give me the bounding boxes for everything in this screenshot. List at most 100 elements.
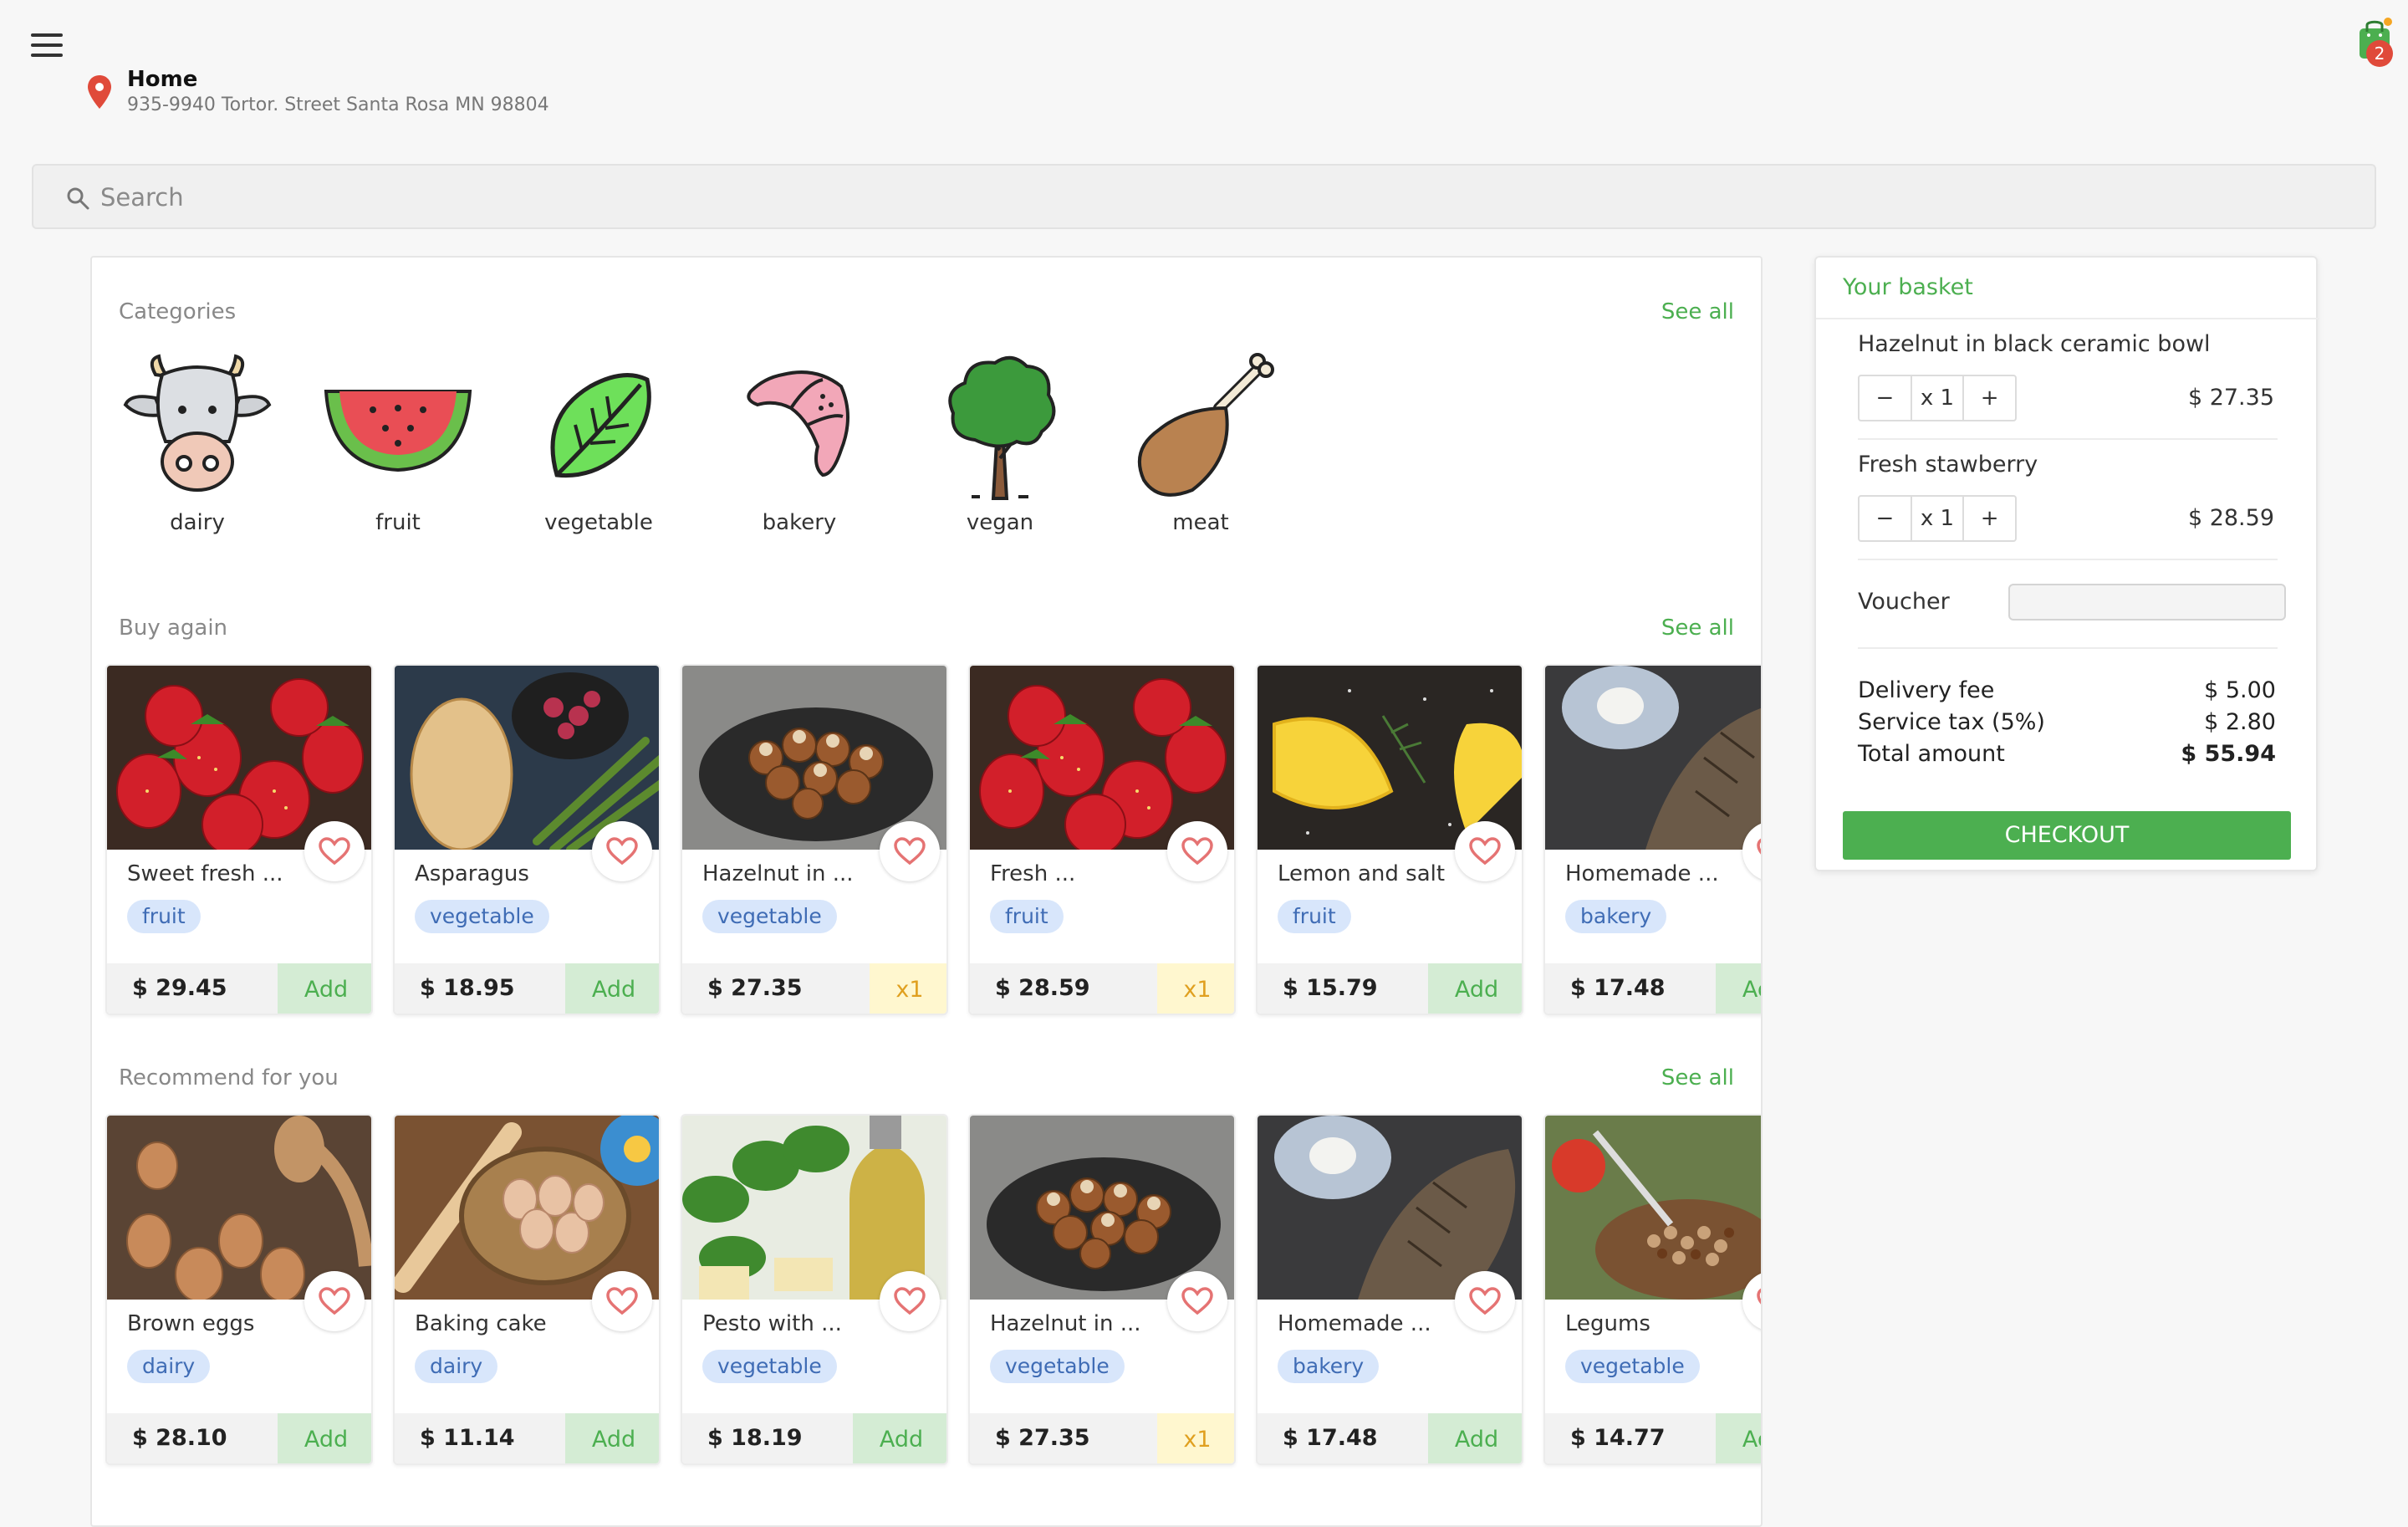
price-row: $ 27.35 x1 xyxy=(682,963,946,1014)
heart-icon xyxy=(606,837,638,866)
basket-divider xyxy=(1816,318,2319,319)
category-tag: vegetable xyxy=(702,1350,837,1383)
product-price: $ 27.35 xyxy=(707,975,803,1001)
tree-icon xyxy=(948,356,1056,500)
product-card[interactable]: Homemade ... bakery $ 17.48 Add xyxy=(1256,1114,1523,1465)
top-bar: Home 935-9940 Tortor. Street Santa Rosa … xyxy=(0,0,2408,159)
legumes-photo xyxy=(1545,1116,1761,1300)
favorite-button[interactable] xyxy=(592,821,652,881)
price-row: $ 18.95 Add xyxy=(395,963,659,1014)
voucher-input[interactable] xyxy=(2008,584,2286,621)
quantity-button[interactable]: x1 xyxy=(870,963,946,1014)
total-amount-label: Total amount xyxy=(1858,741,2005,767)
delivery-fee-value: $ 5.00 xyxy=(2204,677,2276,703)
location-address: 935-9940 Tortor. Street Santa Rosa MN 98… xyxy=(127,94,549,115)
quantity-button[interactable]: x1 xyxy=(1157,1413,1234,1463)
favorite-button[interactable] xyxy=(304,1271,365,1331)
add-to-basket-button[interactable]: Add xyxy=(1428,1413,1522,1463)
categories-see-all-link[interactable]: See all xyxy=(1661,299,1734,324)
category-vegan[interactable]: vegan xyxy=(916,350,1084,535)
product-card[interactable]: Brown eggs dairy $ 28.10 Add xyxy=(105,1114,373,1465)
heart-icon xyxy=(606,1287,638,1315)
location-pin-icon xyxy=(88,75,111,109)
checkout-button[interactable]: CHECKOUT xyxy=(1843,811,2291,860)
product-card[interactable]: Hazelnut in ... vegetable $ 27.35 x1 xyxy=(968,1114,1236,1465)
add-to-basket-button[interactable]: Add xyxy=(278,963,371,1014)
product-price: $ 11.14 xyxy=(420,1425,515,1451)
search-input[interactable] xyxy=(100,177,1438,217)
category-label: meat xyxy=(1172,510,1229,535)
product-price: $ 28.59 xyxy=(995,975,1090,1001)
decrease-button[interactable]: − xyxy=(1860,497,1911,540)
category-tag: fruit xyxy=(127,900,201,933)
price-row: $ 17.48 Add xyxy=(1258,1413,1522,1463)
favorite-button[interactable] xyxy=(304,821,365,881)
favorite-button[interactable] xyxy=(1455,821,1515,881)
category-vegetable[interactable]: vegetable xyxy=(515,350,682,535)
basket-item-stepper: − x 1 + xyxy=(1858,375,2017,421)
product-card[interactable]: Pesto with ... vegetable $ 18.19 Add xyxy=(681,1114,948,1465)
category-tag: vegetable xyxy=(990,1350,1125,1383)
category-label: fruit xyxy=(375,510,421,535)
category-bakery[interactable]: bakery xyxy=(716,350,883,535)
category-dairy[interactable]: dairy xyxy=(114,350,281,535)
product-card[interactable]: Baking cake dairy $ 11.14 Add xyxy=(393,1114,661,1465)
product-price: $ 14.77 xyxy=(1570,1425,1666,1451)
heart-icon xyxy=(1757,838,1761,855)
total-amount-value: $ 55.94 xyxy=(2181,741,2276,767)
add-to-basket-button[interactable]: Add xyxy=(278,1413,371,1463)
product-card[interactable]: Lemon and salt fruit $ 15.79 Add xyxy=(1256,664,1523,1015)
favorite-button[interactable] xyxy=(592,1271,652,1331)
product-card[interactable]: Homemade ... bakery $ 17.48 Add xyxy=(1543,664,1761,1015)
product-card[interactable]: Asparagus vegetable $ 18.95 Add xyxy=(393,664,661,1015)
cart-count-badge: 2 xyxy=(2366,40,2393,67)
voucher-label: Voucher xyxy=(1858,589,1950,615)
category-label: vegetable xyxy=(544,510,653,535)
quantity-value: x 1 xyxy=(1910,497,1965,540)
product-card[interactable]: Legums vegetable $ 14.77 Add xyxy=(1543,1114,1761,1465)
price-row: $ 14.77 Add xyxy=(1545,1413,1761,1463)
add-to-basket-button[interactable]: Add xyxy=(565,963,659,1014)
add-to-basket-button[interactable]: Add xyxy=(1716,1413,1761,1463)
increase-button[interactable]: + xyxy=(1964,376,2015,420)
price-row: $ 18.19 Add xyxy=(682,1413,946,1463)
product-name: Hazelnut in ... xyxy=(702,861,854,886)
favorite-button[interactable] xyxy=(1167,1271,1227,1331)
favorite-button[interactable] xyxy=(1167,821,1227,881)
increase-button[interactable]: + xyxy=(1964,497,2015,540)
category-meat[interactable]: meat xyxy=(1117,350,1284,535)
favorite-button[interactable] xyxy=(1455,1271,1515,1331)
recommend-see-all-link[interactable]: See all xyxy=(1661,1065,1734,1090)
category-fruit[interactable]: fruit xyxy=(314,350,482,535)
recommend-title: Recommend for you xyxy=(119,1065,339,1090)
add-to-basket-button[interactable]: Add xyxy=(1716,963,1761,1014)
product-card[interactable]: Sweet fresh ... fruit $ 29.45 Add xyxy=(105,664,373,1015)
buy-again-see-all-link[interactable]: See all xyxy=(1661,615,1734,641)
location-title[interactable]: Home xyxy=(127,67,197,92)
add-to-basket-button[interactable]: Add xyxy=(1428,963,1522,1014)
product-name: Asparagus xyxy=(415,861,529,886)
hamburger-menu-icon[interactable] xyxy=(31,33,63,59)
heart-icon xyxy=(1469,1287,1501,1315)
product-name: Homemade ... xyxy=(1278,1311,1431,1336)
product-name: Baking cake xyxy=(415,1311,547,1336)
product-card[interactable]: Hazelnut in ... vegetable $ 27.35 x1 xyxy=(681,664,948,1015)
favorite-button[interactable] xyxy=(880,821,940,881)
category-tag: bakery xyxy=(1565,900,1667,933)
add-to-basket-button[interactable]: Add xyxy=(565,1413,659,1463)
basket-item-price: $ 28.59 xyxy=(2187,505,2274,531)
basket-item-stepper: − x 1 + xyxy=(1858,495,2017,542)
product-price: $ 15.79 xyxy=(1283,975,1378,1001)
category-label: bakery xyxy=(762,510,837,535)
quantity-button[interactable]: x1 xyxy=(1157,963,1234,1014)
decrease-button[interactable]: − xyxy=(1860,376,1911,420)
category-tag: bakery xyxy=(1278,1350,1380,1383)
favorite-button[interactable] xyxy=(880,1271,940,1331)
category-tag: fruit xyxy=(1278,900,1351,933)
heart-icon xyxy=(894,837,926,866)
drumstick-icon xyxy=(1137,353,1274,497)
product-name: Pesto with ... xyxy=(702,1311,842,1336)
product-card[interactable]: Fresh ... fruit $ 28.59 x1 xyxy=(968,664,1236,1015)
category-tag: vegetable xyxy=(415,900,549,933)
add-to-basket-button[interactable]: Add xyxy=(853,1413,946,1463)
